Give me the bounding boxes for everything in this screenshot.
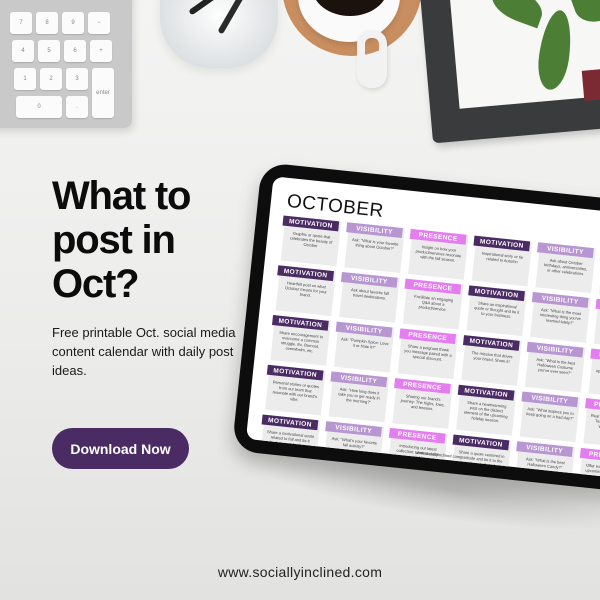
calendar-cell-text: Offer expert advice for the upcoming hol… [585, 462, 600, 478]
calendar-cell: VISIBILITY Ask: "What is the best Hallowe… [514, 441, 575, 481]
calendar-cell: MOTIVATION Heartfelt post on what October… [275, 265, 336, 317]
keyboard-key: 1 [14, 68, 36, 90]
calendar-cell: PRESENCEOffer expert advice for the upco… [578, 447, 600, 481]
website-url[interactable]: www.sociallyinclined.com [0, 564, 600, 580]
calendar-cell-text: Share encouragement to overcome a common… [279, 329, 324, 354]
keyboard-key: 9 [62, 12, 84, 34]
headline-line-2: post in [52, 218, 176, 262]
keyboard-key: 4 [12, 40, 34, 62]
calendar-cell-text: Flash Sale Alert: Grab our top products … [595, 309, 600, 334]
calendar-cell-text: Share a heartwarming post on the distinc… [463, 399, 508, 424]
headline-line-1: What to [52, 174, 191, 218]
keyboard-key: + [90, 40, 112, 62]
calendar-cell: PRESENCEReal Stories, Real Impact: Testi… [583, 398, 600, 449]
keyboard-key: − [88, 12, 110, 34]
calendar-cell: PRESENCEPost industry news or updates, s… [588, 348, 600, 400]
calendar-cell: MOTIVATION Inspirational story or tie rel… [471, 235, 533, 287]
headline: What to post in Oct? [52, 174, 252, 306]
calendar-cell-text: Post industry news or updates, showcasin… [595, 368, 600, 378]
calendar-cell: VISIBILITY Ask: "Pumpkin Spice: Love it o… [334, 321, 395, 373]
pencil-icon [217, 0, 253, 35]
calendar-cell: VISIBILITY Ask: "How long does it take yo… [328, 371, 390, 423]
calendar-cell: VISIBILITY Ask: "What inspires you to kee… [519, 391, 581, 443]
keyboard-key: . [66, 96, 88, 118]
calendar-cell-text: Share a quote centered in gratitude and … [457, 449, 505, 473]
calendar-grid: MOTIVATION Graphic or quote that celebrat… [259, 215, 600, 481]
keyboard-key: 0 [16, 96, 62, 118]
cup-handle-photo [357, 30, 387, 88]
description-text: Free printable Oct. social media content… [52, 325, 236, 378]
calendar-cell: MOTIVATION Personal stories or quotes fro… [265, 364, 326, 416]
tablet-device: OCTOBER MOTIVATION Graphic or quote that … [231, 162, 600, 495]
calendar-cell-text: Personal stories or quotes from our team… [272, 379, 320, 403]
calendar-cell: VISIBILITY Ask about October birthdays, a… [535, 242, 596, 294]
notebook-strap-photo [581, 69, 600, 101]
keyboard-key: 5 [38, 40, 60, 62]
headline-line-3: Oct? [52, 262, 140, 306]
calendar-cell-text: Real Stories, Real Impact: Testimonials … [590, 412, 600, 432]
keyboard-key: 7 [10, 12, 32, 34]
calendar-cell: MOTIVATION The mission that drives your b… [461, 335, 522, 386]
keyboard-photo: 7 8 9− 4 5 6 +1 2 3 enter 0. [0, 0, 132, 128]
keyboard-key: 2 [40, 68, 62, 90]
keyboard-key: 8 [36, 12, 58, 34]
calendar-cell: MOTIVATION Share a heartwarming post on t… [456, 384, 517, 436]
tablet-screen: OCTOBER MOTIVATION Graphic or quote that … [245, 176, 600, 481]
pencil-cup-photo [160, 0, 278, 68]
calendar-cell: MOTIVATION Share encouragement to overcom… [270, 314, 331, 366]
calendar-cell: PRESENCE Facilitate an engaging Q&A about… [402, 278, 464, 330]
calendar-cell: PRESENCE Insight on how your product/serv… [408, 228, 469, 280]
calendar-cell: PRESENCE Sharing our brand's journey: The… [392, 378, 453, 429]
calendar-cell: PRESENCEFlash Sale Alert: Grab our top p… [593, 298, 600, 350]
calendar-cell: VISIBILITY Ask: "What is the best Hallowe… [524, 341, 586, 393]
calendar-cell: VISIBILITY Ask: "What is the most interes… [530, 292, 591, 343]
keyboard-key: 3 [66, 68, 88, 90]
keyboard-key: 6 [64, 40, 86, 62]
calendar-cell: VISIBILITY Ask about favorite fall travel… [339, 271, 400, 323]
calendar-cell: VISIBILITY Ask: "What is your favorite th… [344, 222, 405, 274]
download-now-button[interactable]: Download Now [52, 428, 189, 469]
calendar-cell: MOTIVATION Graphic or quote that celebrat… [280, 215, 342, 267]
keyboard-key: enter [92, 68, 114, 118]
calendar-cell: MOTIVATION Share an inspirational quote o… [466, 285, 527, 337]
calendar-cell: PRESENCE Share a poignant thank you messa… [397, 328, 459, 380]
